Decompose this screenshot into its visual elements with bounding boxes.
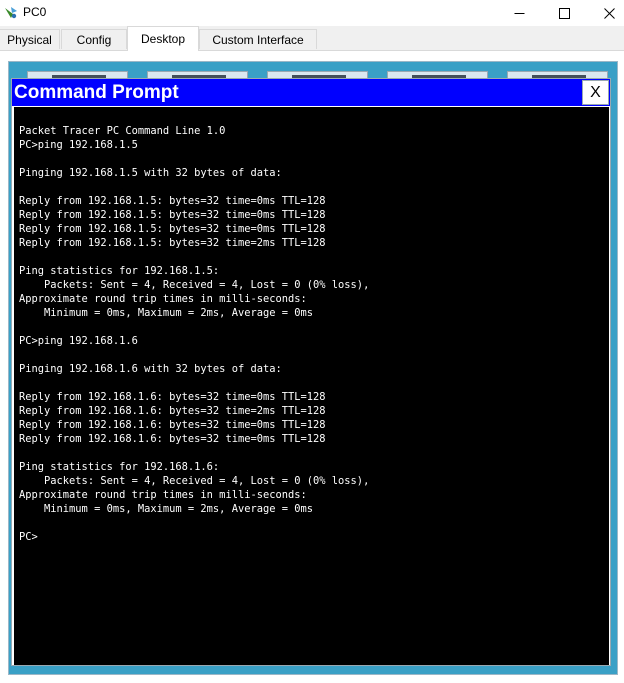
terminal-line: Reply from 192.168.1.5: bytes=32 time=2m… [19, 237, 326, 249]
maximize-button[interactable] [541, 0, 587, 26]
terminal-output[interactable]: Packet Tracer PC Command Line 1.0 PC>pin… [14, 107, 609, 665]
minimize-icon [514, 8, 525, 19]
terminal-line: Ping statistics for 192.168.1.6: [19, 461, 220, 473]
tab-bar: Physical Config Desktop Custom Interface [0, 26, 624, 51]
command-prompt-title: Command Prompt [14, 82, 179, 103]
pc0-window: PC0 Physical Config Desktop Custom Inter… [0, 0, 624, 683]
tab-config[interactable]: Config [61, 29, 127, 49]
maximize-icon [558, 7, 570, 19]
terminal-line: Packets: Sent = 4, Received = 4, Lost = … [19, 279, 370, 291]
terminal-line: Reply from 192.168.1.5: bytes=32 time=0m… [19, 223, 326, 235]
terminal-line: PC> [19, 531, 38, 543]
terminal-line: PC>ping 192.168.1.6 [19, 335, 138, 347]
terminal-line: Packet Tracer PC Command Line 1.0 [19, 125, 226, 137]
window-title: PC0 [23, 5, 47, 19]
window-titlebar: PC0 [0, 0, 624, 26]
terminal-line: Packets: Sent = 4, Received = 4, Lost = … [19, 475, 370, 487]
terminal-line: Reply from 192.168.1.6: bytes=32 time=0m… [19, 433, 326, 445]
terminal-line: Reply from 192.168.1.5: bytes=32 time=0m… [19, 195, 326, 207]
terminal-line: Reply from 192.168.1.6: bytes=32 time=0m… [19, 419, 326, 431]
terminal-line: Reply from 192.168.1.6: bytes=32 time=2m… [19, 405, 326, 417]
tab-physical[interactable]: Physical [0, 29, 60, 49]
command-prompt-window: Command Prompt X Packet Tracer PC Comman… [11, 78, 611, 666]
command-prompt-titlebar: Command Prompt X [12, 79, 610, 106]
terminal-line: Reply from 192.168.1.5: bytes=32 time=0m… [19, 209, 326, 221]
terminal-line: PC>ping 192.168.1.5 [19, 139, 138, 151]
terminal-line: Approximate round trip times in milli-se… [19, 293, 307, 305]
terminal-line: Ping statistics for 192.168.1.5: [19, 265, 220, 277]
terminal-line: Reply from 192.168.1.6: bytes=32 time=0m… [19, 391, 326, 403]
close-button[interactable] [586, 0, 624, 26]
terminal-line: Pinging 192.168.1.6 with 32 bytes of dat… [19, 363, 282, 375]
tab-custom-interface[interactable]: Custom Interface [199, 29, 317, 49]
minimize-button[interactable] [496, 0, 542, 26]
tab-desktop[interactable]: Desktop [127, 26, 199, 51]
terminal-line: Pinging 192.168.1.5 with 32 bytes of dat… [19, 167, 282, 179]
command-prompt-close-button[interactable]: X [582, 80, 609, 105]
terminal-line: Approximate round trip times in milli-se… [19, 489, 307, 501]
terminal-line: Minimum = 0ms, Maximum = 2ms, Average = … [19, 307, 314, 319]
terminal-line: Minimum = 0ms, Maximum = 2ms, Average = … [19, 503, 314, 515]
terminal-text: Packet Tracer PC Command Line 1.0 PC>pin… [19, 124, 369, 544]
close-icon [603, 7, 615, 19]
packet-tracer-pc-icon [3, 5, 19, 21]
